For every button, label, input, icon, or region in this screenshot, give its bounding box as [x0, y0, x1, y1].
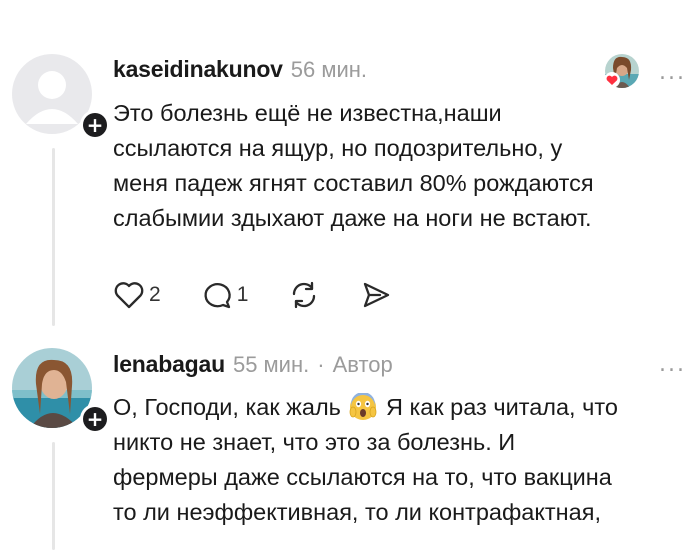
heart-icon	[114, 282, 144, 309]
plus-icon: +	[83, 113, 107, 137]
separator: ·	[317, 352, 325, 377]
comment-header: kaseidinakunov 56 мин.	[113, 56, 367, 83]
avatar-wrap[interactable]: +	[12, 54, 110, 140]
reply-button[interactable]: 1	[201, 280, 249, 310]
comment-bubble-icon	[204, 283, 231, 309]
like-button[interactable]: 2	[113, 280, 161, 310]
author-label: Автор	[332, 352, 393, 377]
username[interactable]: kaseidinakunov	[113, 56, 283, 83]
comment-text: О, Господи, как жаль Я как раз читала, ч…	[113, 390, 693, 530]
timestamp: 56 мин.	[290, 57, 368, 82]
likes-count: 2	[149, 283, 161, 306]
repost-icon	[293, 281, 316, 309]
thread-line	[52, 148, 55, 326]
comment-header: lenabagau 55 мин. · Автор	[113, 351, 393, 378]
share-button[interactable]	[360, 280, 392, 310]
comment-text: Это болезнь ещё не известна,наши ссылают…	[113, 100, 594, 231]
plus-icon: +	[83, 407, 107, 431]
heart-badge-icon	[604, 72, 620, 88]
follow-plus-button[interactable]: +	[80, 404, 110, 434]
timestamp: 55 мин.	[232, 352, 310, 377]
repost-button[interactable]	[288, 280, 320, 310]
send-icon	[364, 282, 390, 308]
avatar-wrap[interactable]: +	[12, 348, 110, 434]
replies-count: 1	[236, 283, 249, 306]
more-options-button[interactable]: ...	[659, 60, 686, 85]
action-bar: 2 1	[113, 280, 432, 310]
username[interactable]: lenabagau	[113, 351, 225, 378]
face-screaming-in-fear-icon	[350, 393, 377, 420]
follow-plus-button[interactable]: +	[80, 110, 110, 140]
comment-text-part-1: О, Господи, как жаль	[113, 394, 341, 420]
more-options-button[interactable]: ...	[659, 352, 686, 377]
thread-line	[52, 442, 55, 550]
